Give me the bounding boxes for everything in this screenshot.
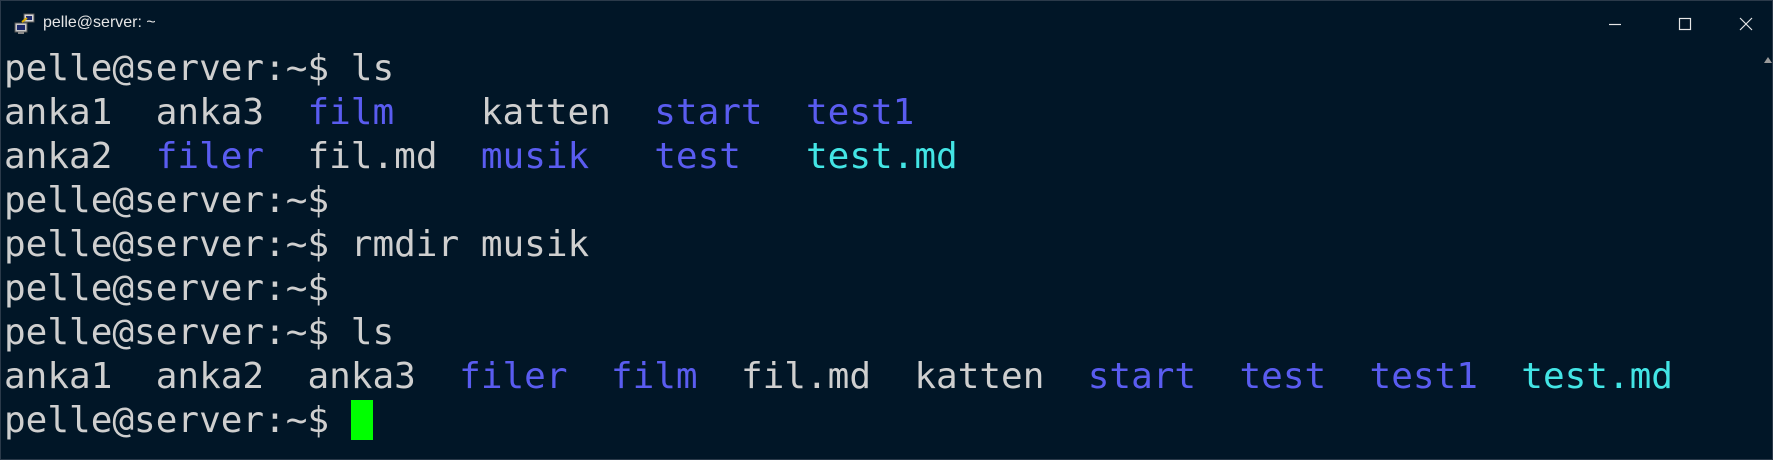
window-title: pelle@server: ~	[43, 14, 156, 31]
file-entry: katten	[480, 92, 655, 133]
listing-line: anka2 filer fil.md musik test test.md	[4, 135, 1764, 179]
listing-line: anka1 anka3 film katten start test1	[4, 91, 1764, 135]
shell-prompt: pelle@server:~$	[4, 268, 330, 309]
directory-entry: film	[610, 356, 698, 397]
file-entry: fil.md	[740, 356, 915, 397]
directory-entry: filer	[459, 356, 568, 397]
prompt-line: pelle@server:~$	[4, 399, 1764, 443]
prompt-line: pelle@server:~$	[4, 179, 1764, 223]
directory-entry: test1	[1369, 356, 1478, 397]
title-bar[interactable]: pelle@server: ~	[1, 1, 1772, 47]
maximize-button[interactable]	[1650, 1, 1720, 47]
close-icon	[1738, 16, 1754, 32]
directory-entry: test1	[805, 92, 915, 133]
column-spacer	[1196, 355, 1239, 399]
column-spacer	[589, 135, 654, 179]
shell-prompt: pelle@server:~$	[4, 312, 351, 353]
prompt-line: pelle@server:~$ rmdir musik	[4, 223, 1764, 267]
file-entry: anka3	[155, 92, 308, 133]
shell-command: rmdir musik	[350, 224, 590, 265]
text-cursor	[350, 400, 373, 440]
column-spacer	[264, 135, 307, 179]
prompt-line: pelle@server:~$	[4, 267, 1764, 311]
file-entry: anka2	[155, 356, 308, 397]
file-entry: test.md	[1521, 356, 1673, 397]
maximize-icon	[1677, 16, 1693, 32]
file-entry: anka2	[4, 136, 156, 177]
directory-entry: test	[654, 136, 741, 177]
directory-entry: start	[1087, 356, 1197, 397]
column-spacer	[741, 135, 806, 179]
terminal-window: pelle@server: ~ pelle@server:~$ ls anka1 …	[0, 0, 1773, 460]
column-spacer	[1326, 355, 1369, 399]
column-spacer	[394, 91, 481, 135]
column-spacer	[1478, 355, 1521, 399]
prompt-line: pelle@server:~$ ls	[4, 47, 1764, 91]
listing-line: anka1 anka2 anka3 filer film fil.md katt…	[4, 355, 1764, 399]
directory-entry: film	[307, 92, 395, 133]
file-entry: katten	[914, 356, 1088, 397]
directory-entry: test	[1239, 356, 1327, 397]
directory-entry: start	[654, 92, 763, 133]
shell-command: ls	[350, 48, 395, 89]
column-spacer	[698, 355, 741, 399]
scroll-up-arrow-icon[interactable]	[1762, 51, 1772, 71]
shell-prompt: pelle@server:~$	[4, 48, 351, 89]
directory-entry: musik	[480, 136, 590, 177]
minimize-icon	[1607, 16, 1623, 32]
shell-prompt: pelle@server:~$	[4, 180, 330, 221]
shell-command: ls	[350, 312, 395, 353]
putty-terminal-icon[interactable]	[13, 12, 37, 36]
file-entry: test.md	[805, 136, 958, 177]
column-spacer	[763, 91, 806, 135]
prompt-line: pelle@server:~$ ls	[4, 311, 1764, 355]
file-entry: anka1	[4, 92, 156, 133]
minimize-button[interactable]	[1580, 1, 1650, 47]
close-button[interactable]	[1720, 1, 1772, 47]
terminal-output[interactable]: pelle@server:~$ ls anka1 anka3 film katte…	[4, 47, 1764, 457]
column-spacer	[568, 355, 611, 399]
shell-prompt: pelle@server:~$	[4, 400, 351, 441]
directory-entry: filer	[155, 136, 265, 177]
file-entry: anka1	[4, 356, 156, 397]
shell-prompt: pelle@server:~$	[4, 224, 351, 265]
file-entry: anka3	[307, 356, 460, 397]
file-entry: fil.md	[307, 136, 481, 177]
